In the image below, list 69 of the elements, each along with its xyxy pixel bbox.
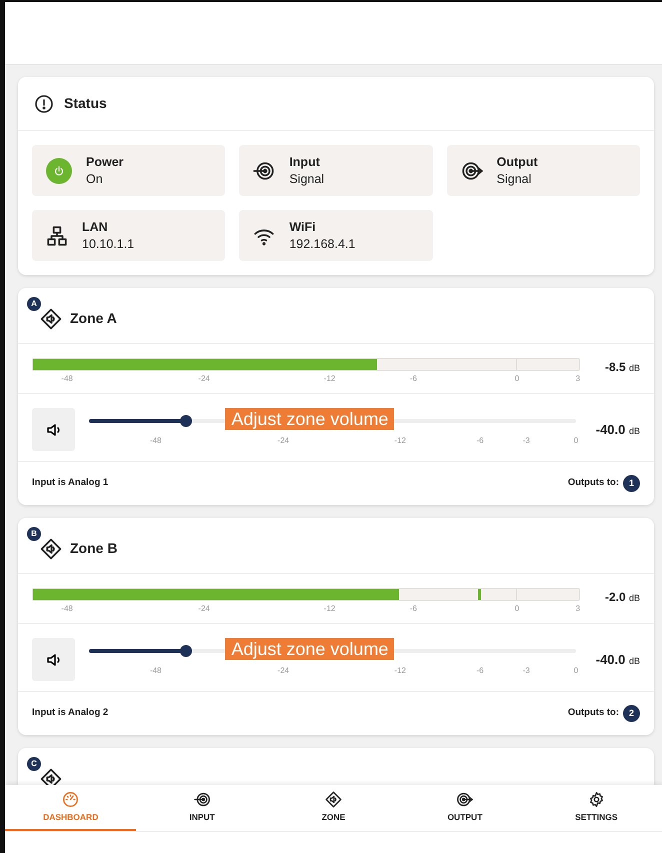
tick-label: -3 <box>522 435 530 447</box>
tick-label: 0 <box>514 603 520 615</box>
input-source: Input is Analog 1 <box>32 476 108 490</box>
tick-label: -48 <box>61 373 73 385</box>
tick-label: -48 <box>150 665 162 677</box>
tick-label: -48 <box>61 603 73 615</box>
zone-title: Zone A <box>70 309 117 328</box>
output-number: 1 <box>623 475 640 492</box>
tick-label: -24 <box>278 665 290 677</box>
tick-label: -3 <box>522 665 530 677</box>
tick-label: 3 <box>576 373 580 385</box>
outputs-label: Outputs to: <box>568 476 619 490</box>
tick-label: -24 <box>198 373 210 385</box>
mute-button[interactable] <box>32 408 75 451</box>
tile-value: Signal <box>289 170 324 187</box>
tick-label: -12 <box>324 373 336 385</box>
tile-label: WiFi <box>289 219 317 236</box>
tick-label: -12 <box>324 603 336 615</box>
tick-label: -6 <box>476 665 484 677</box>
speaker-diamond-icon <box>40 538 62 560</box>
tick-label: -6 <box>410 373 417 385</box>
tick-label: 0 <box>574 435 578 447</box>
settings-icon <box>588 790 605 808</box>
speaker-diamond-icon <box>325 790 342 808</box>
tick-label: 0 <box>514 373 520 385</box>
speaker-diamond-icon <box>40 308 62 330</box>
tick-label: -48 <box>150 435 162 447</box>
volume-reading: -40.0 dB <box>594 420 640 439</box>
tile-label: Output <box>496 154 538 170</box>
outputs-label: Outputs to: <box>568 706 619 720</box>
nav-tab[interactable]: SETTINGS <box>530 785 662 831</box>
tile-value: Signal <box>496 170 532 187</box>
network-icon <box>46 224 68 246</box>
tick-label: 3 <box>576 603 580 615</box>
tick-label: -24 <box>198 603 210 615</box>
target-arrow-icon <box>460 160 483 182</box>
level-reading: -2.0 dB <box>604 589 640 606</box>
nav-tab[interactable]: OUTPUT <box>399 785 531 831</box>
tile-value: 10.10.1.1 <box>82 236 134 252</box>
slider-thumb[interactable] <box>180 645 192 657</box>
zone-badge: A <box>27 297 41 311</box>
tile-label: Input <box>289 154 321 170</box>
tick-label: 0 <box>574 665 578 677</box>
tick-label: -6 <box>476 435 484 447</box>
zone-badge: B <box>27 527 41 541</box>
tooltip: Adjust zone volume <box>225 638 394 660</box>
card-title: Status <box>64 94 107 113</box>
mute-button[interactable] <box>32 638 75 681</box>
output-number: 2 <box>623 705 640 722</box>
level-reading: -8.5 dB <box>604 359 640 376</box>
zone-title: Zone B <box>70 539 118 558</box>
tick-label: -6 <box>410 603 417 615</box>
zone-badge: C <box>27 757 41 771</box>
gauge-icon <box>62 790 80 808</box>
target-arrow-icon <box>253 160 276 182</box>
tile-value: 192.168.4.1 <box>289 236 356 252</box>
tick-label: -24 <box>278 435 290 447</box>
input-source: Input is Analog 2 <box>32 706 108 720</box>
alert-icon <box>34 94 54 114</box>
slider-thumb[interactable] <box>180 415 192 427</box>
nav-tab[interactable]: ZONE <box>268 785 400 831</box>
volume-reading: -40.0 dB <box>594 650 640 669</box>
tile-label: Power <box>86 154 124 170</box>
nav-tab[interactable]: INPUT <box>136 785 268 831</box>
tick-label: -12 <box>394 665 406 677</box>
tile-value: On <box>86 170 104 187</box>
tick-label: -12 <box>394 435 406 447</box>
tooltip: Adjust zone volume <box>225 408 394 430</box>
tile-label: LAN <box>82 219 109 236</box>
